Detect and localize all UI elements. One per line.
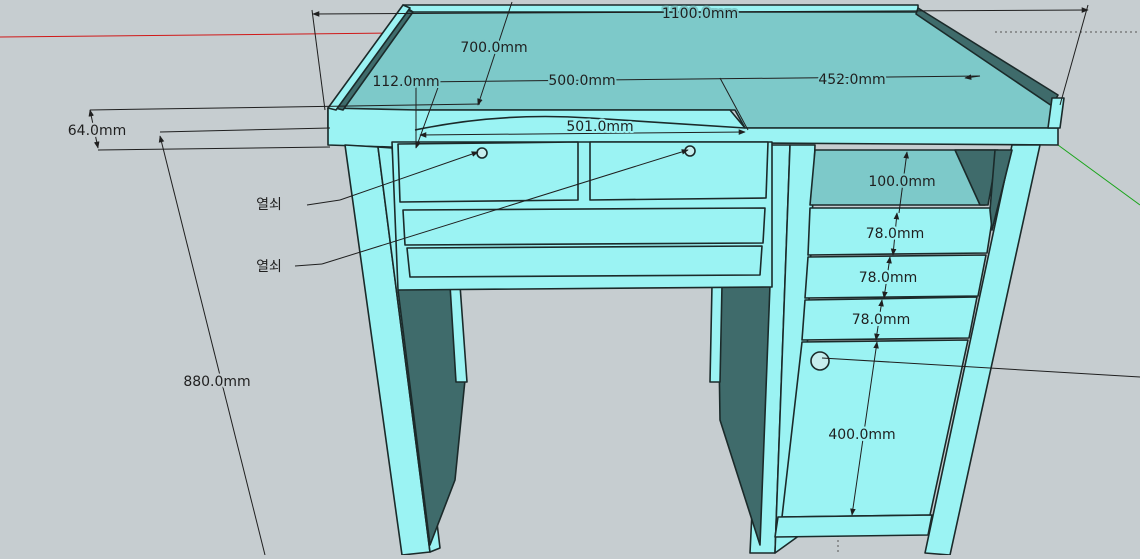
dim-curve-width: 501.0mm — [566, 119, 633, 135]
drawing-canvas[interactable]: 1100.0mm 700.0mm 112.0mm 500.0mm 452.0mm… — [0, 0, 1140, 556]
desk-drawing: 1100.0mm 700.0mm 112.0mm 500.0mm 452.0mm… — [0, 1, 1140, 556]
dim-drawer-1: 78.0mm — [866, 226, 924, 242]
top-drawer-right[interactable] — [589, 141, 769, 201]
center-rear-leg — [709, 284, 723, 383]
dim-center-span: 500.0mm — [548, 73, 615, 89]
dim-depth: 700.0mm — [460, 40, 527, 56]
dim-drawer-2: 78.0mm — [859, 270, 917, 286]
keyhole-right[interactable] — [684, 145, 696, 157]
dim-height-total: 880.0mm — [183, 374, 250, 390]
callout-key-bottom: 열쇠 — [256, 259, 282, 275]
dim-width-total: 1100.0mm — [662, 6, 738, 22]
keyhole-left[interactable] — [476, 147, 488, 159]
middle-drawer[interactable] — [402, 207, 766, 246]
axis-red-line — [0, 32, 401, 38]
dim-top-thickness: 64.0mm — [68, 123, 126, 139]
center-side-panel — [717, 284, 771, 546]
cabinet-kick — [774, 514, 933, 538]
dim-right-span: 452.0mm — [818, 72, 885, 88]
dim-upper-space: 100.0mm — [868, 174, 935, 190]
dim-door: 400.0mm — [828, 427, 895, 443]
door-knob[interactable] — [810, 351, 830, 371]
callout-key-top: 열쇠 — [256, 197, 282, 213]
dim-drawer-3: 78.0mm — [852, 312, 910, 328]
dim-left-offset: 112.0mm — [372, 74, 439, 90]
axis-green-line — [1057, 144, 1140, 206]
bottom-drawer[interactable] — [406, 245, 763, 278]
